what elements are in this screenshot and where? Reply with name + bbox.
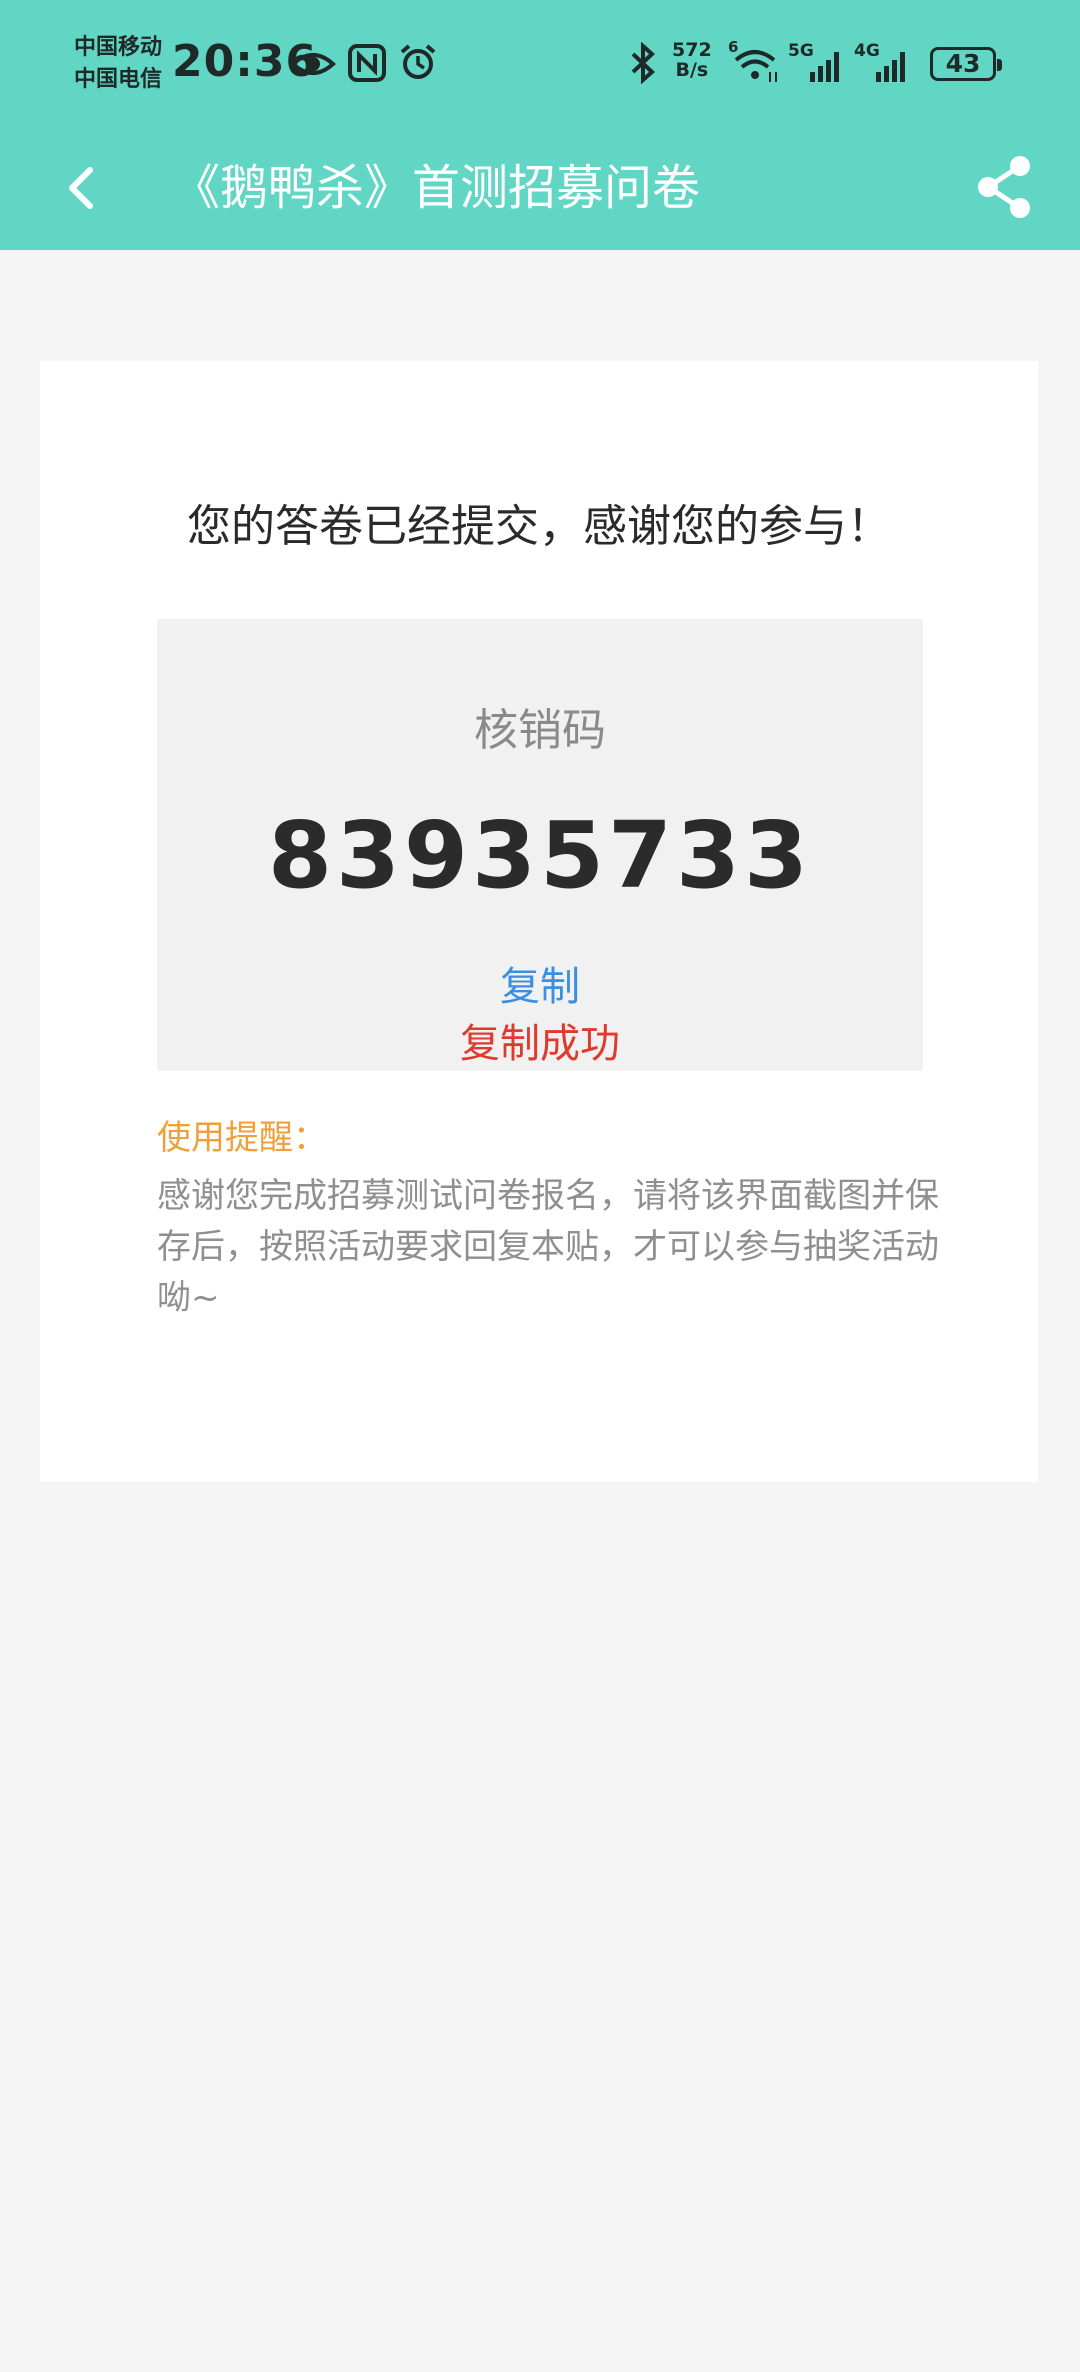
- nfc-icon: [348, 44, 386, 82]
- result-card: 您的答卷已经提交，感谢您的参与！ 核销码 83935733 复制 复制成功 使用…: [40, 361, 1038, 1482]
- redeem-code-label: 核销码: [474, 705, 606, 756]
- signal-1-label: 5G: [788, 41, 814, 61]
- chevron-left-icon: [69, 167, 93, 209]
- wifi-icon: 6: [728, 38, 782, 84]
- app-bar: 《鹅鸭杀》首测招募问卷: [0, 126, 1080, 250]
- carrier-2: 中国电信: [74, 67, 163, 92]
- net-speed-value: 572: [672, 39, 712, 61]
- battery-indicator: 43: [930, 47, 1002, 81]
- tip-title: 使用提醒：: [157, 1118, 327, 1158]
- alarm-icon: [398, 42, 438, 82]
- signal-2-label: 4G: [854, 41, 880, 61]
- net-speed: 572 B/s: [672, 40, 712, 80]
- bluetooth-icon: [628, 42, 658, 84]
- redeem-code-box: 核销码 83935733 复制 复制成功: [157, 619, 923, 1071]
- submit-success-message: 您的答卷已经提交，感谢您的参与！: [187, 501, 891, 552]
- copy-success-text: 复制成功: [460, 1021, 620, 1067]
- copy-button[interactable]: 复制: [440, 957, 640, 1017]
- status-bar: 中国移动 中国电信 20:36 572 B/s 6 5G 4G 43: [0, 0, 1080, 126]
- page-title: 《鹅鸭杀》首测招募问卷: [172, 160, 701, 216]
- redeem-code-value: 83935733: [267, 802, 813, 909]
- share-button[interactable]: [970, 152, 1040, 222]
- share-icon: [978, 156, 1030, 218]
- carrier-1: 中国移动: [74, 35, 163, 60]
- signal-icon: 5G: [788, 40, 848, 84]
- carrier-labels: 中国移动 中国电信: [74, 32, 162, 96]
- net-speed-unit: B/s: [675, 59, 709, 81]
- tip-body: 感谢您完成招募测试问卷报名，请将该界面截图并保存后，按照活动要求回复本贴，才可以…: [157, 1176, 939, 1318]
- back-button[interactable]: [50, 154, 118, 222]
- wifi-badge: 6: [728, 38, 738, 56]
- signal-icon-2: 4G: [854, 40, 916, 84]
- eye-icon: [290, 44, 336, 84]
